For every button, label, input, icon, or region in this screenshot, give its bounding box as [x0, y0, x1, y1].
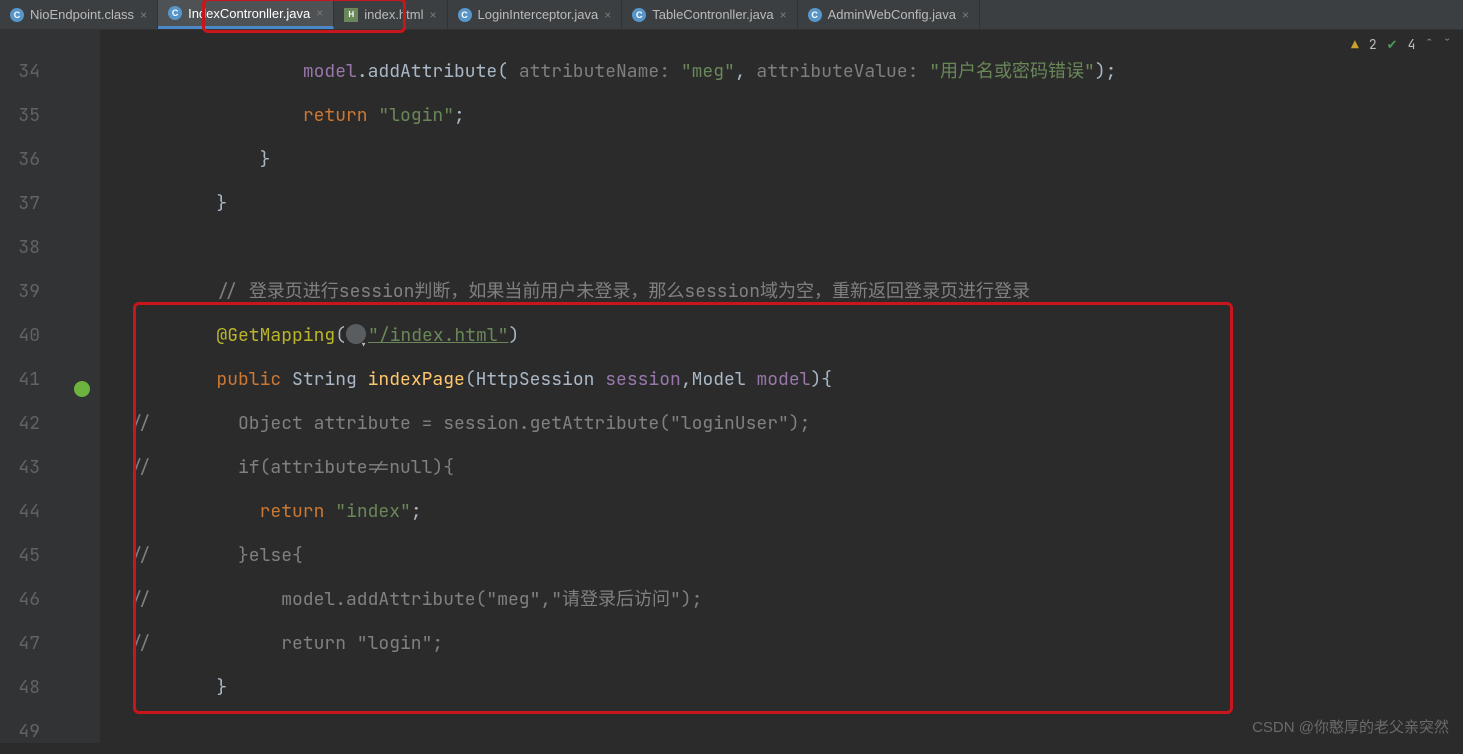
code-line: } [100, 182, 1463, 226]
spring-icon[interactable] [72, 370, 90, 388]
line-number: 40 [0, 314, 100, 358]
line-number: 43 [0, 446, 100, 490]
code-line: // Object attribute = session.getAttribu… [100, 402, 1463, 446]
line-number: 45 [0, 534, 100, 578]
watermark: CSDN @你憨厚的老父亲突然 [1252, 716, 1449, 737]
line-number: 38 [0, 226, 100, 270]
globe-icon[interactable] [346, 324, 366, 344]
code-line: public String indexPage(HttpSession sess… [100, 358, 1463, 402]
class-icon: C [458, 8, 472, 22]
code-line: } [100, 138, 1463, 182]
code-line: return "index"; [100, 490, 1463, 534]
line-number: 47 [0, 622, 100, 666]
class-icon: C [632, 8, 646, 22]
code-line: } [100, 666, 1463, 710]
line-number: 34 [0, 50, 100, 94]
gutter: 34 35 36 37 38 39 40 41 42 43 44 45 46 4… [0, 30, 100, 743]
tab-indexcontroller[interactable]: CIndexContronller.java× [158, 0, 334, 29]
close-icon[interactable]: × [140, 8, 147, 22]
close-icon[interactable]: × [316, 6, 323, 20]
line-number: 48 [0, 666, 100, 710]
line-number: 37 [0, 182, 100, 226]
close-icon[interactable]: × [780, 8, 787, 22]
line-number: 41 [0, 358, 100, 402]
class-icon: C [808, 8, 822, 22]
code-line: // }else{ [100, 534, 1463, 578]
tab-nioendpoint[interactable]: CNioEndpoint.class× [0, 0, 158, 29]
class-icon: C [168, 6, 182, 20]
line-number: 42 [0, 402, 100, 446]
close-icon[interactable]: × [962, 8, 969, 22]
line-number: 49 [0, 710, 100, 754]
code-line: // model.addAttribute("meg","请登录后访问"); [100, 578, 1463, 622]
editor-tabs: CNioEndpoint.class× CIndexContronller.ja… [0, 0, 1463, 30]
code-area[interactable]: model.addAttribute( attributeName: "meg"… [100, 30, 1463, 743]
code-line: @GetMapping("/index.html") [100, 314, 1463, 358]
tab-logininterceptor[interactable]: CLoginInterceptor.java× [448, 0, 623, 29]
code-line: return "login"; [100, 94, 1463, 138]
close-icon[interactable]: × [604, 8, 611, 22]
line-number: 39 [0, 270, 100, 314]
tab-tablecontroller[interactable]: CTableContronller.java× [622, 0, 797, 29]
line-number: 36 [0, 138, 100, 182]
html-icon: H [344, 8, 358, 22]
class-icon: C [10, 8, 24, 22]
code-line: // if(attribute!=null){ [100, 446, 1463, 490]
tab-adminwebconfig[interactable]: CAdminWebConfig.java× [798, 0, 980, 29]
close-icon[interactable]: × [429, 8, 436, 22]
code-line [100, 226, 1463, 270]
code-editor[interactable]: 34 35 36 37 38 39 40 41 42 43 44 45 46 4… [0, 30, 1463, 743]
line-number: 35 [0, 94, 100, 138]
code-line: model.addAttribute( attributeName: "meg"… [100, 50, 1463, 94]
code-line: // return "login"; [100, 622, 1463, 666]
tab-indexhtml[interactable]: Hindex.html× [334, 0, 447, 29]
line-number: 46 [0, 578, 100, 622]
code-line: // 登录页进行session判断，如果当前用户未登录，那么session域为空… [100, 270, 1463, 314]
line-number: 44 [0, 490, 100, 534]
